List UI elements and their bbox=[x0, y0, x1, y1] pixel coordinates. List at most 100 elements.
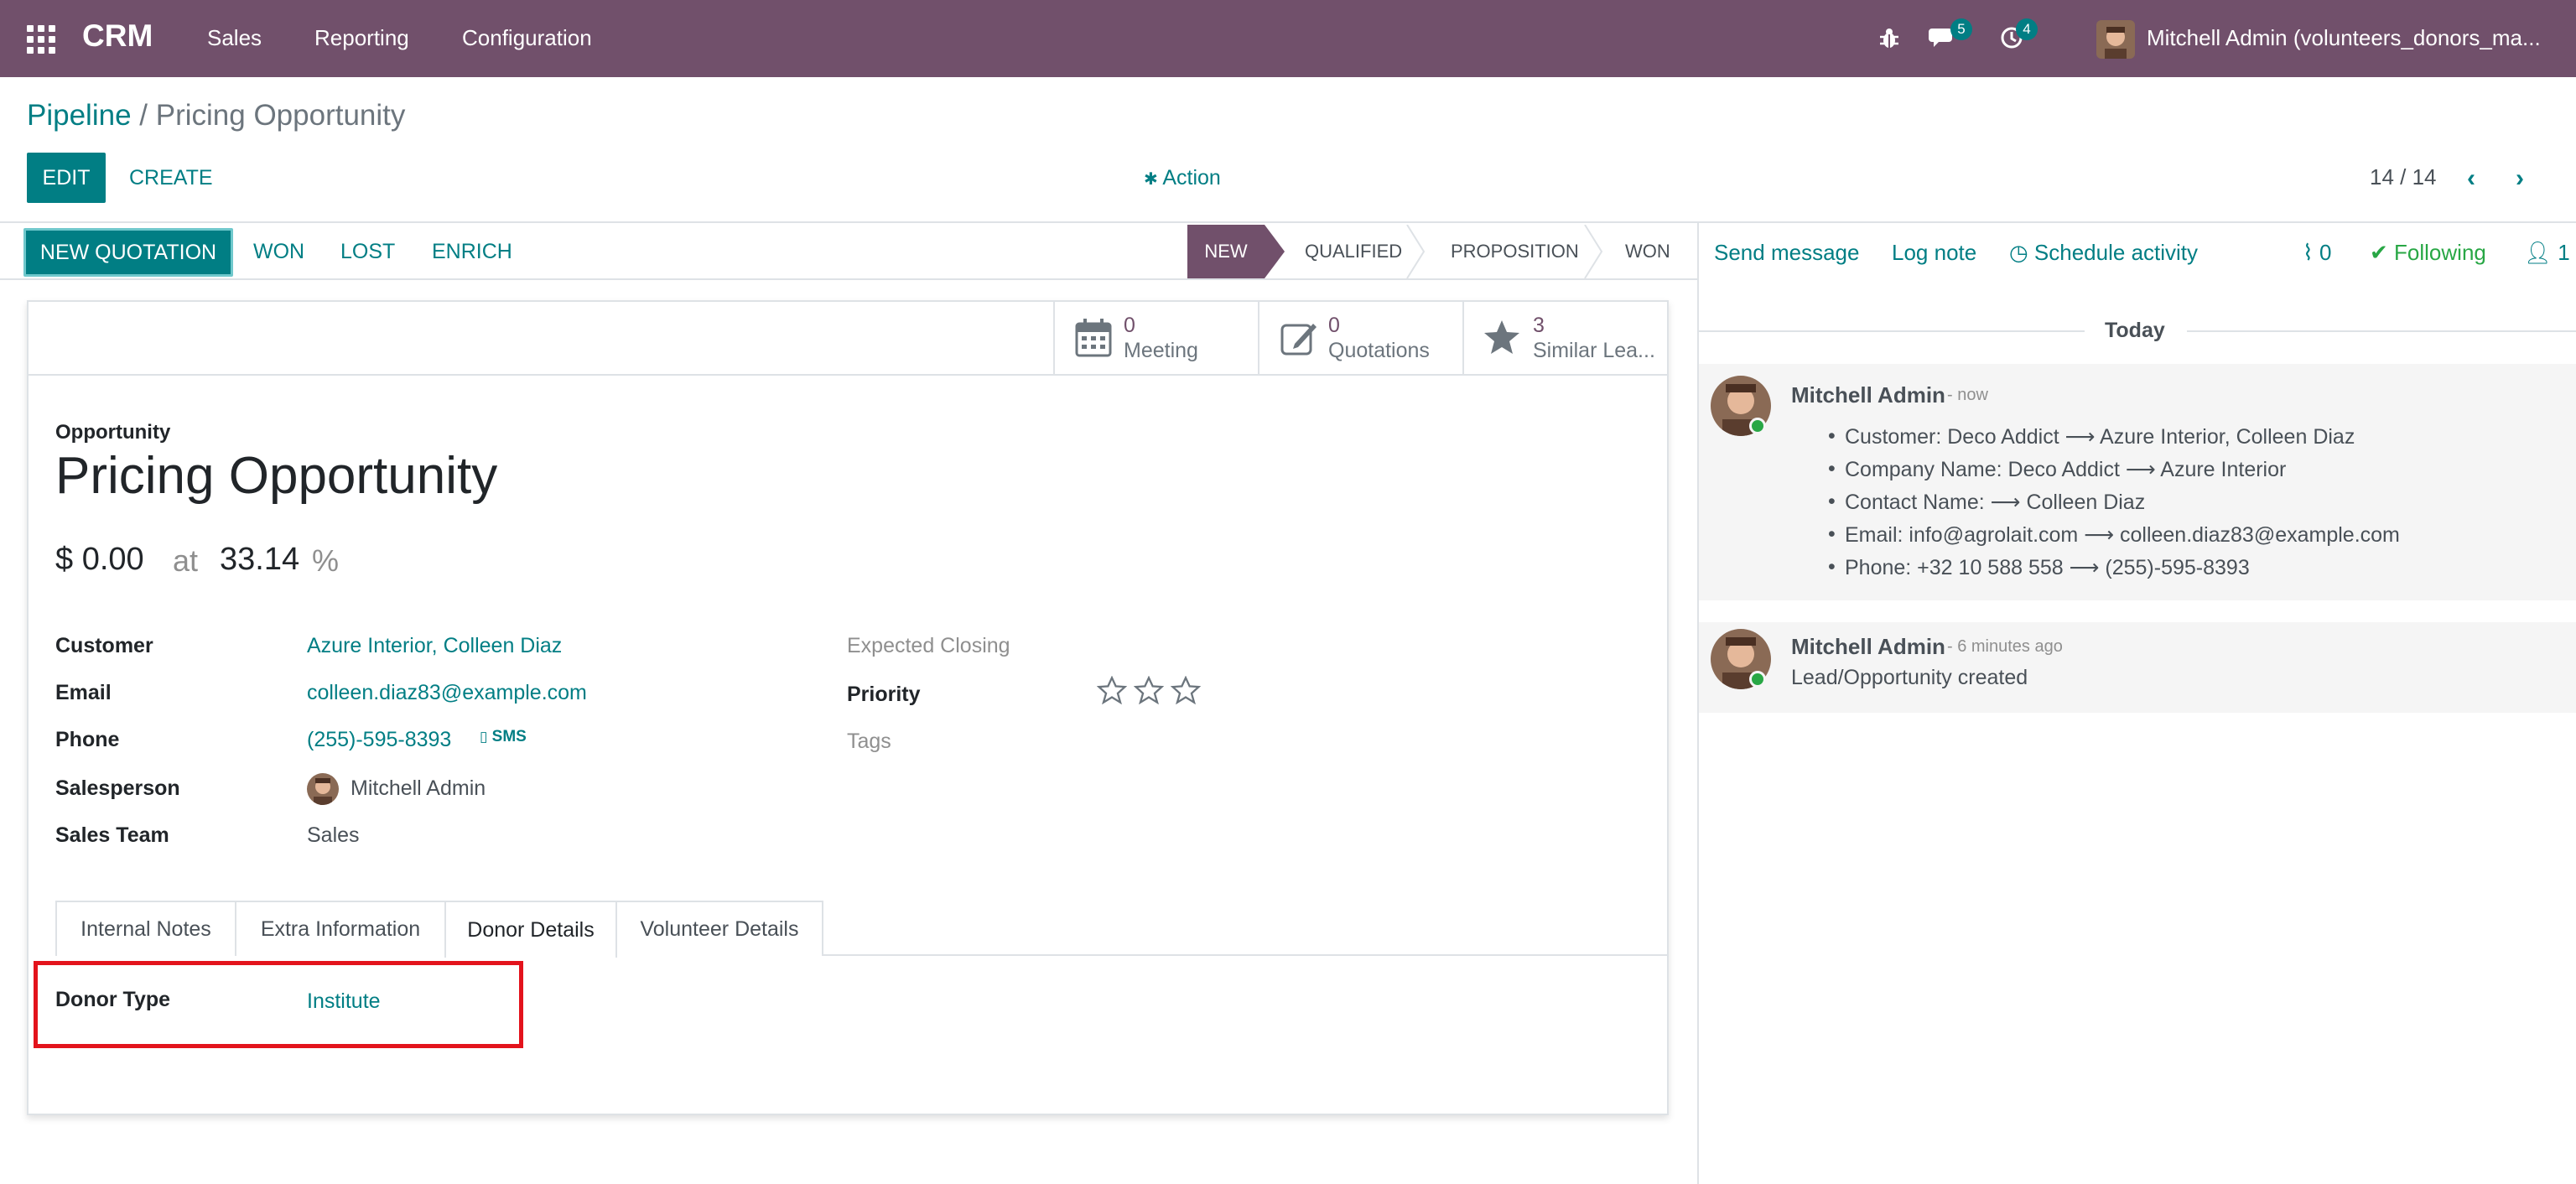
send-message-button[interactable]: Send message bbox=[1714, 240, 1859, 266]
today-separator-right bbox=[2187, 330, 2576, 332]
expected-closing-label: Expected Closing bbox=[847, 634, 1010, 657]
calendar-icon bbox=[1075, 319, 1112, 357]
mobile-icon: ▯ bbox=[480, 729, 488, 745]
schedule-activity-label: Schedule activity bbox=[2033, 240, 2199, 265]
user-icon: 👤︎ bbox=[2524, 240, 2553, 265]
record-title[interactable]: Pricing Opportunity bbox=[55, 446, 497, 506]
activities-badge: 4 bbox=[2016, 18, 2038, 40]
stage-proposition[interactable]: PROPOSITION bbox=[1451, 225, 1579, 278]
message-time: - now bbox=[1947, 386, 1988, 404]
stage-won[interactable]: WON bbox=[1625, 225, 1670, 278]
action-menu[interactable]: ✱ Action bbox=[1144, 166, 1221, 190]
top-navbar: CRM Sales Reporting Configuration 5 4 Mi… bbox=[0, 0, 2576, 77]
phone-label: Phone bbox=[55, 728, 120, 751]
priority-star-icon[interactable] bbox=[1097, 676, 1127, 704]
breadcrumb-pipeline-link[interactable]: Pipeline bbox=[27, 99, 132, 132]
today-separator-left bbox=[1699, 330, 2085, 332]
tracking-change: Customer: Deco Addict ⟶ Azure Interior, … bbox=[1828, 424, 2355, 449]
log-note-button[interactable]: Log note bbox=[1892, 240, 1976, 266]
tags-label: Tags bbox=[847, 730, 891, 753]
priority-star-icon[interactable] bbox=[1171, 676, 1201, 704]
sales-team-label: Sales Team bbox=[55, 823, 169, 847]
stage-new[interactable]: NEW bbox=[1187, 225, 1265, 278]
meeting-smart-button[interactable]: 0 Meeting bbox=[1053, 300, 1259, 376]
tracking-change: Company Name: Deco Addict ⟶ Azure Interi… bbox=[1828, 457, 2286, 482]
attachments-count: 0 bbox=[2319, 240, 2332, 265]
enrich-button[interactable]: ENRICH bbox=[432, 240, 512, 264]
edit-button[interactable]: EDIT bbox=[27, 153, 106, 203]
check-icon: ✔ bbox=[2370, 240, 2388, 265]
similar-leads-smart-button[interactable]: 3 Similar Lea... bbox=[1462, 300, 1669, 376]
tracking-change: Phone: +32 10 588 558 ⟶ (255)-595-8393 bbox=[1828, 555, 2250, 580]
tab-extra-information[interactable]: Extra Information bbox=[235, 901, 446, 956]
quotations-count: 0 bbox=[1328, 314, 1340, 337]
similar-leads-label: Similar Lea... bbox=[1533, 339, 1655, 362]
stage-new-arrow bbox=[1265, 225, 1285, 278]
donor-type-highlight-box bbox=[34, 961, 523, 1048]
pager-next-icon[interactable]: › bbox=[2516, 164, 2524, 193]
stage-separator-chevron bbox=[1584, 225, 1603, 278]
customer-value[interactable]: Azure Interior, Colleen Diaz bbox=[307, 634, 562, 658]
pencil-square-icon bbox=[1280, 324, 1317, 356]
message-body: Lead/Opportunity created bbox=[1791, 666, 2028, 689]
stage-qualified[interactable]: QUALIFIED bbox=[1305, 225, 1402, 278]
lost-button[interactable]: LOST bbox=[340, 240, 395, 264]
following-label: Following bbox=[2394, 240, 2486, 265]
schedule-activity-button[interactable]: ◷ Schedule activity bbox=[2009, 240, 2198, 266]
record-type-label: Opportunity bbox=[55, 421, 171, 444]
meeting-label: Meeting bbox=[1124, 339, 1198, 362]
user-menu[interactable]: Mitchell Admin (volunteers_donors_ma... bbox=[2147, 25, 2541, 51]
debug-bug-icon[interactable] bbox=[1878, 27, 1900, 50]
app-name[interactable]: CRM bbox=[82, 18, 153, 54]
sms-label: SMS bbox=[491, 728, 527, 745]
online-status-icon bbox=[1749, 671, 1766, 688]
menu-reporting[interactable]: Reporting bbox=[314, 25, 409, 51]
tracking-change: Email: info@agrolait.com ⟶ colleen.diaz8… bbox=[1828, 522, 2400, 548]
online-status-icon bbox=[1749, 418, 1766, 434]
gear-icon: ✱ bbox=[1144, 170, 1158, 189]
following-button[interactable]: ✔ Following bbox=[2370, 240, 2486, 266]
priority-star-icon[interactable] bbox=[1134, 676, 1164, 704]
tab-internal-notes[interactable]: Internal Notes bbox=[55, 901, 236, 956]
stage-separator-chevron bbox=[1406, 225, 1426, 278]
tab-volunteer-details[interactable]: Volunteer Details bbox=[615, 901, 823, 956]
breadcrumb-current: Pricing Opportunity bbox=[155, 99, 406, 132]
create-button[interactable]: CREATE bbox=[129, 166, 213, 190]
tab-donor-details[interactable]: Donor Details bbox=[444, 901, 617, 958]
action-label: Action bbox=[1162, 166, 1221, 190]
phone-value[interactable]: (255)-595-8393 bbox=[307, 728, 451, 752]
menu-configuration[interactable]: Configuration bbox=[462, 25, 592, 51]
quotations-label: Quotations bbox=[1328, 339, 1430, 362]
message-author[interactable]: Mitchell Admin bbox=[1791, 382, 1945, 408]
apps-menu-icon[interactable] bbox=[27, 25, 55, 54]
pager-previous-icon[interactable]: ‹ bbox=[2467, 164, 2475, 193]
email-value[interactable]: colleen.diaz83@example.com bbox=[307, 681, 587, 705]
won-button[interactable]: WON bbox=[253, 240, 304, 264]
quotations-smart-button[interactable]: 0 Quotations bbox=[1258, 300, 1464, 376]
new-quotation-button[interactable]: NEW QUOTATION bbox=[23, 228, 233, 277]
priority-label: Priority bbox=[847, 683, 921, 706]
expected-revenue[interactable]: $ 0.00 bbox=[55, 542, 144, 578]
customer-label: Customer bbox=[55, 634, 153, 657]
priority-stars[interactable] bbox=[1097, 676, 1201, 704]
breadcrumb-separator: / bbox=[139, 99, 148, 132]
paperclip-icon: ⌇ bbox=[2303, 240, 2314, 265]
sms-button[interactable]: ▯ SMS bbox=[480, 728, 527, 746]
message-author[interactable]: Mitchell Admin bbox=[1791, 634, 1945, 660]
similar-leads-count: 3 bbox=[1533, 314, 1545, 337]
followers-button[interactable]: 👤︎ 1 bbox=[2524, 240, 2570, 266]
menu-sales[interactable]: Sales bbox=[207, 25, 262, 51]
probability-value[interactable]: 33.14 bbox=[220, 542, 299, 578]
pager-value[interactable]: 14 / 14 bbox=[2370, 164, 2437, 190]
percent-sign: % bbox=[312, 543, 340, 578]
salesperson-value[interactable]: Mitchell Admin bbox=[351, 776, 486, 801]
today-label: Today bbox=[2105, 319, 2165, 342]
breadcrumb: Pipeline / Pricing Opportunity bbox=[27, 99, 405, 132]
message-time: - 6 minutes ago bbox=[1947, 637, 2063, 656]
email-label: Email bbox=[55, 681, 112, 704]
followers-count: 1 bbox=[2558, 240, 2570, 265]
user-avatar[interactable] bbox=[2096, 20, 2135, 59]
sales-team-value[interactable]: Sales bbox=[307, 823, 360, 848]
clock-icon: ◷ bbox=[2009, 240, 2028, 265]
attachments-button[interactable]: ⌇ 0 bbox=[2303, 240, 2331, 266]
